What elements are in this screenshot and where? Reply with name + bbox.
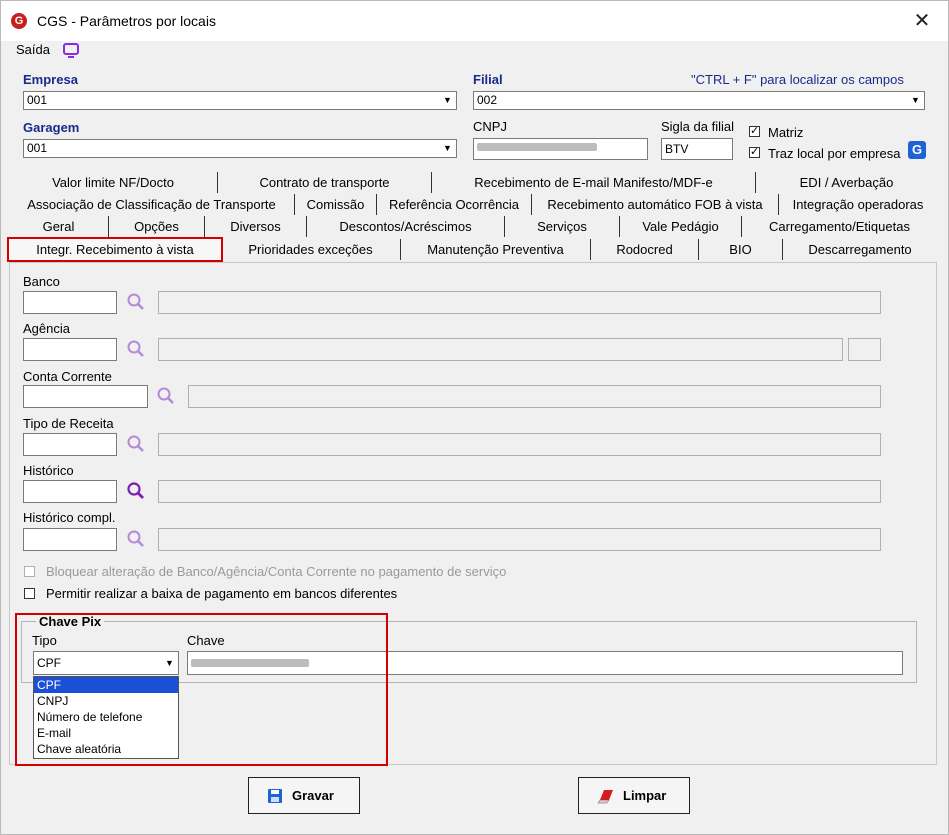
- historico-compl-label: Histórico compl.: [23, 510, 116, 525]
- search-icon[interactable]: [126, 529, 146, 549]
- close-icon[interactable]: ✕: [910, 9, 934, 33]
- save-icon: [268, 789, 282, 803]
- search-icon[interactable]: [126, 292, 146, 312]
- tab-valor-limite[interactable]: Valor limite NF/Docto: [9, 172, 218, 193]
- tipo-receita-code-input[interactable]: [23, 433, 117, 456]
- tab-recebimento-email[interactable]: Recebimento de E-mail Manifesto/MDF-e: [432, 172, 756, 193]
- traz-local-checkbox[interactable]: ✓: [749, 147, 760, 158]
- tab-servicos[interactable]: Serviços: [505, 216, 620, 237]
- empresa-combo[interactable]: 001 ▼: [23, 91, 457, 110]
- limpar-label: Limpar: [623, 788, 667, 803]
- matriz-checkbox[interactable]: ✓: [749, 126, 760, 137]
- conta-label: Conta Corrente: [23, 369, 112, 384]
- title-bar: G CGS - Parâmetros por locais ✕: [1, 1, 948, 41]
- historico-desc-field: [158, 480, 881, 503]
- matriz-label: Matriz: [768, 125, 804, 140]
- search-icon[interactable]: [156, 386, 176, 406]
- garagem-label: Garagem: [23, 120, 80, 135]
- banco-code-input[interactable]: [23, 291, 117, 314]
- search-icon[interactable]: [126, 434, 146, 454]
- historico-compl-desc-field: [158, 528, 881, 551]
- tab-contrato-transporte[interactable]: Contrato de transporte: [218, 172, 432, 193]
- tab-comissao[interactable]: Comissão: [295, 194, 377, 215]
- permitir-label: Permitir realizar a baixa de pagamento e…: [46, 586, 398, 601]
- filial-label: Filial: [473, 72, 503, 87]
- tipo-receita-label: Tipo de Receita: [23, 416, 114, 431]
- tab-integracao-operadoras[interactable]: Integração operadoras: [779, 194, 937, 215]
- permitir-checkbox[interactable]: [24, 588, 35, 599]
- tab-manutencao-preventiva[interactable]: Manutenção Preventiva: [401, 239, 591, 260]
- conta-code-input[interactable]: [23, 385, 148, 408]
- empresa-label: Empresa: [23, 72, 78, 87]
- bloquear-label: Bloquear alteração de Banco/Agência/Cont…: [46, 564, 507, 579]
- app-logo-icon: G: [11, 13, 27, 29]
- monitor-icon[interactable]: [62, 41, 80, 59]
- filial-value: 002: [477, 93, 498, 107]
- traz-local-label: Traz local por empresa: [768, 146, 901, 161]
- pix-highlight: [15, 613, 388, 766]
- cnpj-label: CNPJ: [473, 119, 507, 134]
- tab-recebimento-fob[interactable]: Recebimento automático FOB à vista: [532, 194, 779, 215]
- chevron-down-icon[interactable]: ▼: [440, 93, 455, 108]
- cnpj-redacted: [477, 143, 597, 151]
- search-local-icon[interactable]: G: [908, 141, 926, 159]
- menu-saida[interactable]: Saída: [16, 42, 50, 57]
- sigla-label: Sigla da filial: [661, 119, 734, 134]
- tab-descontos[interactable]: Descontos/Acréscimos: [307, 216, 505, 237]
- sigla-field[interactable]: BTV: [661, 138, 733, 160]
- tab-rodocred[interactable]: Rodocred: [591, 239, 699, 260]
- ctrl-f-hint: "CTRL + F" para localizar os campos: [691, 72, 904, 87]
- garagem-combo[interactable]: 001 ▼: [23, 139, 457, 158]
- bloquear-checkbox[interactable]: [24, 566, 35, 577]
- garagem-value: 001: [27, 141, 48, 155]
- tab-opcoes[interactable]: Opções: [109, 216, 205, 237]
- chevron-down-icon[interactable]: ▼: [440, 141, 455, 156]
- main-window: G CGS - Parâmetros por locais ✕ Saída Em…: [0, 0, 949, 835]
- gravar-button[interactable]: Gravar: [248, 777, 360, 814]
- tipo-receita-desc-field: [158, 433, 881, 456]
- historico-label: Histórico: [23, 463, 74, 478]
- tab-geral[interactable]: Geral: [9, 216, 109, 237]
- tab-referencia-ocorrencia[interactable]: Referência Ocorrência: [377, 194, 532, 215]
- tab-carregamento[interactable]: Carregamento/Etiquetas: [742, 216, 937, 237]
- limpar-button[interactable]: Limpar: [578, 777, 690, 814]
- banco-desc-field: [158, 291, 881, 314]
- banco-label: Banco: [23, 274, 60, 289]
- agencia-desc-field: [158, 338, 843, 361]
- chevron-down-icon[interactable]: ▼: [908, 93, 923, 108]
- filial-combo[interactable]: 002 ▼: [473, 91, 925, 110]
- window-title: CGS - Parâmetros por locais: [37, 13, 216, 29]
- empresa-value: 001: [27, 93, 48, 107]
- gravar-label: Gravar: [292, 788, 334, 803]
- historico-code-input[interactable]: [23, 480, 117, 503]
- tab-edi-averbacao[interactable]: EDI / Averbação: [756, 172, 937, 193]
- search-icon[interactable]: [126, 339, 146, 359]
- tab-descarregamento[interactable]: Descarregamento: [783, 239, 937, 260]
- tab-vale-pedagio[interactable]: Vale Pedágio: [620, 216, 742, 237]
- search-icon[interactable]: [126, 481, 146, 501]
- cnpj-field[interactable]: [473, 138, 648, 160]
- tab-bio[interactable]: BIO: [699, 239, 783, 260]
- tab-associacao-classificacao[interactable]: Associação de Classificação de Transport…: [9, 194, 295, 215]
- tab-diversos[interactable]: Diversos: [205, 216, 307, 237]
- conta-desc-field: [188, 385, 881, 408]
- tab-prioridades-excecoes[interactable]: Prioridades exceções: [221, 239, 401, 260]
- active-tab-highlight: [7, 237, 223, 262]
- agencia-code-input[interactable]: [23, 338, 117, 361]
- agencia-label: Agência: [23, 321, 70, 336]
- eraser-icon: [597, 790, 613, 804]
- historico-compl-code-input[interactable]: [23, 528, 117, 551]
- agencia-digit-field: [848, 338, 881, 361]
